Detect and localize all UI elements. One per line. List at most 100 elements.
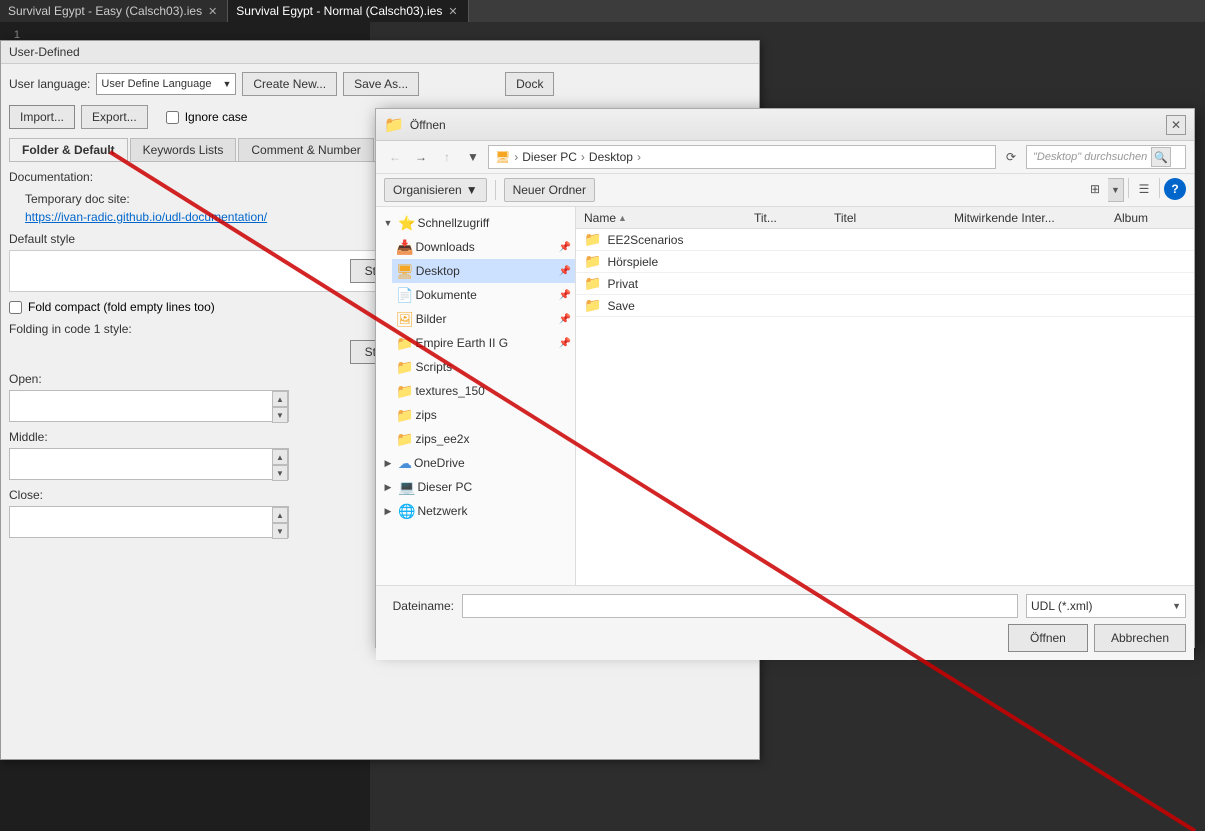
help-button[interactable]: ? (1164, 178, 1186, 200)
middle-input: ▲ ▼ (9, 448, 289, 480)
open-button[interactable]: Öffnen (1008, 624, 1088, 652)
ignore-case-label: Ignore case (185, 110, 248, 124)
file-row-save[interactable]: 📁 Save (576, 295, 1194, 317)
middle-scroll-arrows[interactable]: ▲ ▼ (272, 449, 288, 481)
open-scroll-up[interactable]: ▲ (272, 391, 288, 407)
breadcrumb-dieser-pc[interactable]: Dieser PC (522, 150, 577, 164)
sidebar-item-onedrive[interactable]: ▶ ☁ OneDrive (376, 451, 575, 475)
breadcrumb-desktop[interactable]: Desktop (589, 150, 633, 164)
search-icon-button[interactable]: 🔍 (1151, 147, 1171, 167)
privat-icon: 📁 (584, 275, 601, 292)
breadcrumb-arrow-3: › (637, 150, 641, 164)
open-dialog-title-text: Öffnen (410, 118, 446, 132)
desktop-pin: 📌 (559, 266, 571, 277)
sidebar-item-dieser-pc[interactable]: ▶ 💻 Dieser PC (376, 475, 575, 499)
toolbar-separator-1 (495, 180, 496, 200)
sidebar-item-netzwerk[interactable]: ▶ 🌐 Netzwerk (376, 499, 575, 523)
nav-recent-button[interactable]: ▼ (462, 146, 484, 168)
nav-bar: ← → ↑ ▼ 🖥 › Dieser PC › Desktop › ⟳ "Des… (376, 141, 1194, 174)
file-cell-horspiele: 📁 Hörspiele (580, 253, 750, 270)
file-row-horspiele[interactable]: 📁 Hörspiele (576, 251, 1194, 273)
doc-link[interactable]: https://ivan-radic.github.io/udl-documen… (25, 210, 267, 224)
create-new-button[interactable]: Create New... (242, 72, 337, 96)
cancel-button[interactable]: Abbrechen (1094, 624, 1186, 652)
file-list: Name ▲ Tit... Titel Mitwirkende Inter...… (576, 207, 1194, 585)
filename-input[interactable] (462, 594, 1018, 618)
col-contrib[interactable]: Mitwirkende Inter... (950, 211, 1110, 225)
col-title1[interactable]: Tit... (750, 211, 830, 225)
filetype-select[interactable]: UDL (*.xml) ▼ (1026, 594, 1186, 618)
schnellzugriff-icon: ⭐ (398, 215, 415, 232)
open-dialog-close-button[interactable]: ✕ (1166, 115, 1186, 135)
desktop-icon: 🖥 (396, 263, 414, 280)
user-language-combo[interactable]: User Define Language ▼ (96, 73, 236, 95)
file-row-privat[interactable]: 📁 Privat (576, 273, 1194, 295)
nav-forward-button[interactable]: → (410, 146, 432, 168)
sidebar-item-dokumente[interactable]: 📄 Dokumente 📌 (392, 283, 575, 307)
view-details-button[interactable]: ☰ (1133, 178, 1155, 200)
desktop-label: Desktop (416, 264, 460, 278)
address-bar[interactable]: 🖥 › Dieser PC › Desktop › (488, 145, 996, 169)
user-language-row: User language: User Define Language ▼ Cr… (9, 72, 751, 96)
nav-back-button[interactable]: ← (384, 146, 406, 168)
col-title2-label: Titel (834, 211, 856, 225)
view-grid-button[interactable]: ⊞ (1084, 178, 1106, 200)
expand-schnellzugriff[interactable]: ▼ (380, 215, 396, 231)
tab-1[interactable]: Survival Egypt - Easy (Calsch03).ies ✕ (0, 0, 228, 22)
sidebar-item-zips-ee2x[interactable]: 📁 zips_ee2x (392, 427, 575, 451)
expand-netzwerk[interactable]: ▶ (380, 503, 396, 519)
save-as-button[interactable]: Save As... (343, 72, 419, 96)
file-list-header: Name ▲ Tit... Titel Mitwirkende Inter...… (576, 207, 1194, 229)
filename-row: Dateiname: UDL (*.xml) ▼ (384, 594, 1186, 618)
export-button[interactable]: Export... (81, 105, 148, 129)
sidebar-item-desktop[interactable]: 🖥 Desktop 📌 (392, 259, 575, 283)
sidebar-item-scripts[interactable]: 📁 Scripts (392, 355, 575, 379)
open-input: ▲ ▼ (9, 390, 289, 422)
middle-scroll-up[interactable]: ▲ (272, 449, 288, 465)
tab-dialog-folder-default[interactable]: Folder & Default (9, 138, 128, 161)
organize-dropdown-arrow: ▼ (466, 183, 478, 197)
col-title2[interactable]: Titel (830, 211, 950, 225)
open-dialog-folder-icon: 📁 (384, 115, 404, 135)
close-scroll-arrows-1[interactable]: ▲ ▼ (272, 507, 288, 539)
refresh-button[interactable]: ⟳ (1000, 146, 1022, 168)
sidebar-item-textures[interactable]: 📁 textures_150 (392, 379, 575, 403)
fold-compact-label: Fold compact (fold empty lines too) (28, 300, 215, 314)
toolbar-separator-3 (1159, 178, 1160, 198)
downloads-icon: 📥 (396, 239, 413, 256)
sidebar-item-zips[interactable]: 📁 zips (392, 403, 575, 427)
zips-icon: 📁 (396, 407, 413, 424)
organize-button[interactable]: Organisieren ▼ (384, 178, 487, 202)
tab-2[interactable]: Survival Egypt - Normal (Calsch03).ies ✕ (228, 0, 468, 22)
sidebar-item-downloads[interactable]: 📥 Downloads 📌 (392, 235, 575, 259)
fold-compact-checkbox[interactable] (9, 301, 22, 314)
nav-up-button[interactable]: ↑ (436, 146, 458, 168)
close-scroll-down-1[interactable]: ▼ (272, 523, 288, 539)
middle-scroll-down[interactable]: ▼ (272, 465, 288, 481)
tab-dialog-keywords[interactable]: Keywords Lists (130, 138, 237, 161)
view-dropdown-arrow[interactable]: ▼ (1108, 178, 1124, 202)
ignore-case-row[interactable]: Ignore case (166, 110, 248, 124)
expand-onedrive[interactable]: ▶ (380, 455, 396, 471)
col-album[interactable]: Album (1110, 211, 1190, 225)
close-scroll-up-1[interactable]: ▲ (272, 507, 288, 523)
new-folder-button[interactable]: Neuer Ordner (504, 178, 595, 202)
new-folder-label: Neuer Ordner (513, 183, 586, 197)
search-bar[interactable]: "Desktop" durchsuchen 🔍 (1026, 145, 1186, 169)
open-scroll-arrows[interactable]: ▲ ▼ (272, 391, 288, 423)
sidebar-item-bilder[interactable]: 🖼 Bilder 📌 (392, 307, 575, 331)
open-scroll-down[interactable]: ▼ (272, 407, 288, 423)
tab-2-close[interactable]: ✕ (446, 5, 459, 18)
file-row-ee2scenarios[interactable]: 📁 EE2Scenarios (576, 229, 1194, 251)
dock-button[interactable]: Dock (505, 72, 554, 96)
netzwerk-icon: 🌐 (398, 503, 415, 520)
sidebar-item-empire-earth[interactable]: 📁 Empire Earth II G 📌 (392, 331, 575, 355)
tab-1-close[interactable]: ✕ (206, 5, 219, 18)
ignore-case-checkbox[interactable] (166, 111, 179, 124)
sidebar-item-schnellzugriff[interactable]: ▼ ⭐ Schnellzugriff (376, 211, 575, 235)
tab-dialog-comment[interactable]: Comment & Number (238, 138, 373, 161)
textures-label: textures_150 (415, 384, 484, 398)
col-name[interactable]: Name ▲ (580, 211, 750, 225)
expand-dieser-pc[interactable]: ▶ (380, 479, 396, 495)
import-button[interactable]: Import... (9, 105, 75, 129)
